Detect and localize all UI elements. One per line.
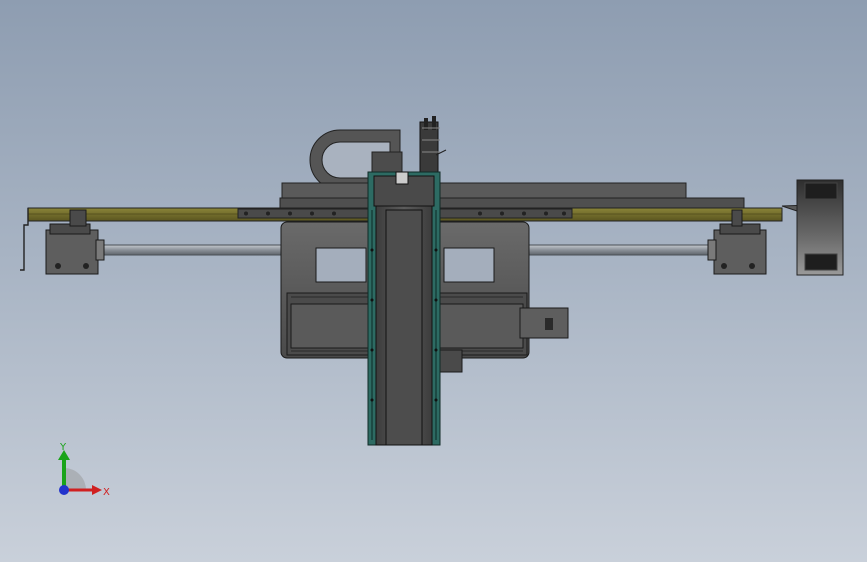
- x-axis-label: X: [103, 487, 110, 498]
- right-enclosure: [796, 179, 844, 276]
- left-bracket: [20, 208, 29, 271]
- z-axis-dot: [59, 485, 69, 495]
- top-plate: [279, 197, 745, 209]
- gantry-assembly-model[interactable]: [0, 0, 867, 562]
- axis-triad-graphic: [58, 450, 102, 495]
- cad-viewport[interactable]: Y X: [0, 0, 867, 562]
- vertical-column: [367, 171, 441, 446]
- axis-triad: Y X: [40, 440, 120, 510]
- y-axis-label: Y: [60, 442, 67, 453]
- cable-connectors: [419, 116, 447, 173]
